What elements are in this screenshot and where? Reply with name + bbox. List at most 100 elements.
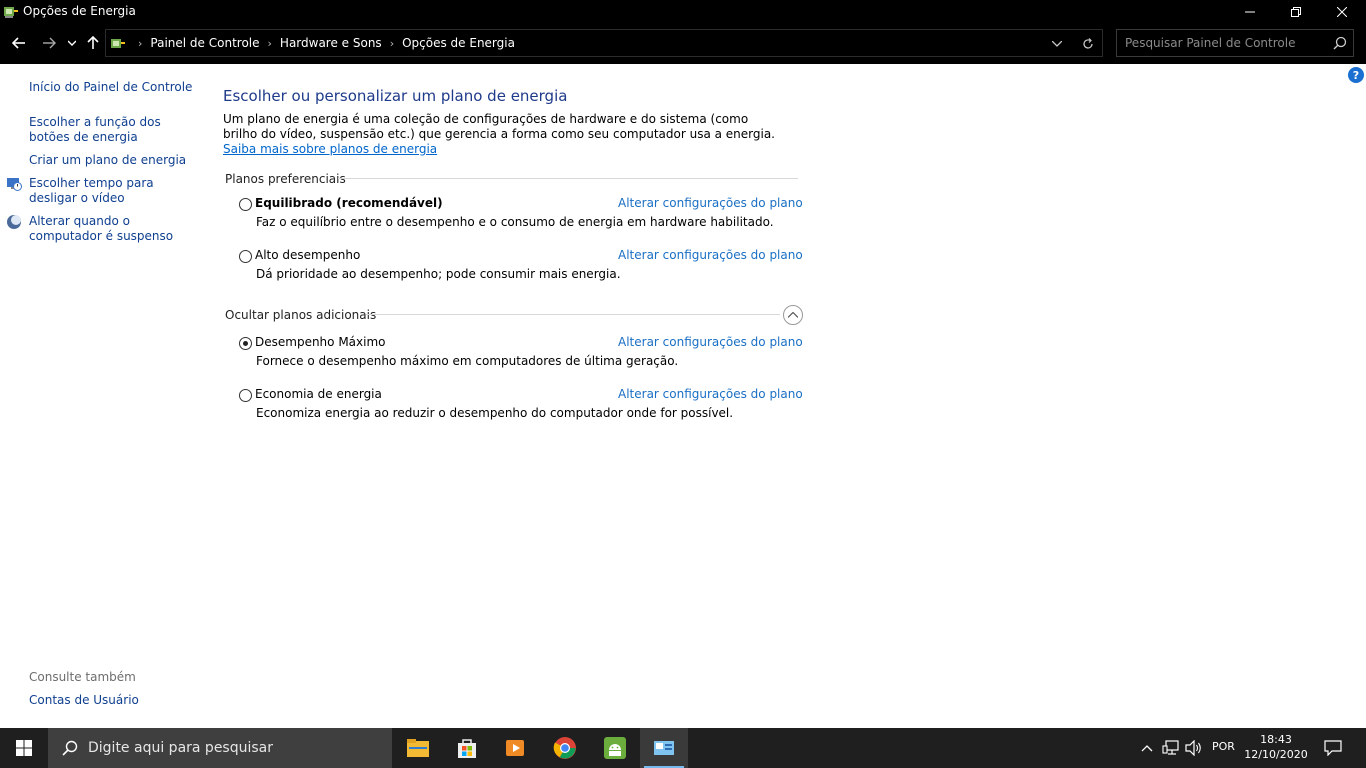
monitor-clock-icon bbox=[7, 178, 22, 191]
intro-text: Um plano de energia é uma coleção de con… bbox=[223, 112, 783, 157]
search-icon bbox=[62, 740, 78, 756]
chevron-right-icon[interactable]: › bbox=[268, 37, 272, 50]
change-plan-link-balanced[interactable]: Alterar configurações do plano bbox=[618, 196, 803, 210]
taskbar-control-panel[interactable] bbox=[640, 728, 688, 768]
forward-button[interactable] bbox=[38, 32, 60, 54]
store-icon bbox=[458, 739, 476, 758]
breadcrumb: › Painel de Controle › Hardware e Sons ›… bbox=[130, 36, 515, 50]
divider bbox=[366, 314, 780, 315]
restore-icon bbox=[1291, 7, 1301, 17]
chrome-icon bbox=[553, 737, 576, 759]
plan-desc-power-saver: Economiza energia ao reduzir o desempenh… bbox=[256, 406, 734, 420]
taskbar-media-player[interactable] bbox=[491, 728, 539, 768]
moon-icon bbox=[7, 215, 21, 229]
plan-name-high-performance[interactable]: Alto desempenho bbox=[255, 248, 360, 262]
crumb-control-panel[interactable]: Painel de Controle bbox=[150, 36, 259, 50]
taskbar-chrome[interactable] bbox=[541, 728, 589, 768]
back-button[interactable] bbox=[8, 32, 30, 54]
refresh-button[interactable] bbox=[1078, 34, 1098, 54]
learn-more-link[interactable]: Saiba mais sobre planos de energia bbox=[223, 142, 437, 156]
plan-name-power-saver[interactable]: Economia de energia bbox=[255, 387, 382, 401]
arrow-up-icon bbox=[87, 36, 99, 49]
plan-desc-high-performance: Dá prioridade ao desempenho; pode consum… bbox=[256, 267, 621, 281]
crumb-power-options[interactable]: Opções de Energia bbox=[402, 36, 515, 50]
search-input[interactable] bbox=[1117, 30, 1327, 56]
arrow-right-icon bbox=[43, 37, 56, 49]
sidebar-item-sleep[interactable]: Alterar quando o computador é suspenso bbox=[29, 214, 199, 244]
sidebar-item-power-buttons[interactable]: Escolher a função dos botões de energia bbox=[29, 115, 199, 145]
arrow-left-icon bbox=[12, 37, 25, 49]
change-plan-link-ultimate[interactable]: Alterar configurações do plano bbox=[618, 335, 803, 349]
taskbar-store[interactable] bbox=[443, 728, 491, 768]
network-icon bbox=[1162, 740, 1179, 755]
speaker-icon bbox=[1185, 740, 1201, 756]
clock-time: 18:43 bbox=[1260, 733, 1292, 746]
minimize-button[interactable] bbox=[1227, 0, 1273, 24]
plan-name-balanced[interactable]: Equilibrado (recomendável) bbox=[255, 196, 443, 210]
volume-button[interactable] bbox=[1184, 728, 1204, 768]
plan-desc-ultimate: Fornece o desempenho máximo em computado… bbox=[256, 354, 679, 368]
change-plan-link-high-performance[interactable]: Alterar configurações do plano bbox=[618, 248, 803, 262]
close-icon bbox=[1337, 7, 1347, 17]
change-plan-link-power-saver[interactable]: Alterar configurações do plano bbox=[618, 387, 803, 401]
see-also-heading: Consulte também bbox=[29, 670, 136, 684]
clock[interactable]: 18:43 12/10/2020 bbox=[1244, 732, 1308, 762]
plan-radio-balanced[interactable] bbox=[239, 198, 252, 211]
divider bbox=[338, 178, 798, 179]
preferred-plans-heading: Planos preferenciais bbox=[225, 172, 346, 186]
file-explorer-icon bbox=[407, 739, 429, 757]
sidebar-item-user-accounts[interactable]: Contas de Usuário bbox=[29, 693, 199, 708]
minimize-icon bbox=[1245, 11, 1255, 13]
search-icon[interactable] bbox=[1333, 36, 1347, 50]
window-title: Opções de Energia bbox=[23, 4, 136, 18]
plan-radio-power-saver[interactable] bbox=[239, 389, 252, 402]
control-panel-icon bbox=[654, 741, 674, 755]
chevron-down-icon bbox=[1052, 41, 1062, 47]
media-player-icon bbox=[506, 740, 524, 756]
refresh-icon bbox=[1083, 38, 1093, 49]
navigation-bar: › Painel de Controle › Hardware e Sons ›… bbox=[0, 24, 1366, 64]
action-center-button[interactable] bbox=[1318, 728, 1348, 768]
address-bar[interactable]: › Painel de Controle › Hardware e Sons ›… bbox=[105, 29, 1103, 57]
search-box[interactable] bbox=[1116, 29, 1354, 57]
restore-button[interactable] bbox=[1273, 0, 1319, 24]
plan-radio-high-performance[interactable] bbox=[239, 250, 252, 263]
chevron-right-icon[interactable]: › bbox=[390, 37, 394, 50]
chevron-up-icon bbox=[788, 312, 798, 318]
recent-locations-button[interactable] bbox=[64, 32, 80, 54]
notification-icon bbox=[1324, 740, 1342, 756]
page-title: Escolher ou personalizar um plano de ene… bbox=[223, 87, 568, 105]
close-button[interactable] bbox=[1319, 0, 1365, 24]
taskbar-search[interactable]: Digite aqui para pesquisar bbox=[48, 728, 392, 768]
input-language[interactable]: POR bbox=[1212, 740, 1235, 753]
sidebar-item-home[interactable]: Início do Painel de Controle bbox=[29, 80, 199, 95]
collapse-plans-button[interactable] bbox=[783, 305, 803, 325]
taskbar-search-text: Digite aqui para pesquisar bbox=[88, 740, 274, 756]
android-icon bbox=[604, 737, 626, 759]
chevron-up-icon bbox=[1141, 745, 1153, 752]
title-bar: Opções de Energia bbox=[0, 0, 1366, 24]
taskbar: Digite aqui para pesquisar POR 18:43 12/… bbox=[0, 728, 1366, 768]
additional-plans-heading[interactable]: Ocultar planos adicionais bbox=[225, 308, 376, 322]
up-button[interactable] bbox=[82, 32, 104, 54]
control-panel-icon bbox=[111, 39, 125, 48]
taskbar-file-explorer[interactable] bbox=[394, 728, 442, 768]
address-dropdown-button[interactable] bbox=[1048, 35, 1066, 53]
chevron-right-icon: › bbox=[138, 36, 143, 50]
start-button[interactable] bbox=[0, 728, 48, 768]
crumb-hardware-sound[interactable]: Hardware e Sons bbox=[280, 36, 382, 50]
plan-desc-balanced: Faz o equilíbrio entre o desempenho e o … bbox=[256, 215, 774, 229]
chevron-down-icon bbox=[68, 40, 76, 46]
taskbar-android-app[interactable] bbox=[591, 728, 639, 768]
help-button[interactable]: ? bbox=[1348, 67, 1364, 83]
sidebar: Início do Painel de Controle Escolher a … bbox=[0, 64, 200, 728]
network-button[interactable] bbox=[1160, 728, 1182, 768]
clock-date: 12/10/2020 bbox=[1244, 748, 1308, 761]
plan-name-ultimate[interactable]: Desempenho Máximo bbox=[255, 335, 386, 349]
show-hidden-icons-button[interactable] bbox=[1138, 728, 1156, 768]
plan-radio-ultimate[interactable] bbox=[239, 337, 252, 350]
sidebar-item-turn-off-display[interactable]: Escolher tempo para desligar o vídeo bbox=[29, 176, 199, 206]
sidebar-item-create-plan[interactable]: Criar um plano de energia bbox=[29, 153, 199, 168]
power-options-icon bbox=[4, 7, 18, 18]
intro-body: Um plano de energia é uma coleção de con… bbox=[223, 112, 775, 141]
